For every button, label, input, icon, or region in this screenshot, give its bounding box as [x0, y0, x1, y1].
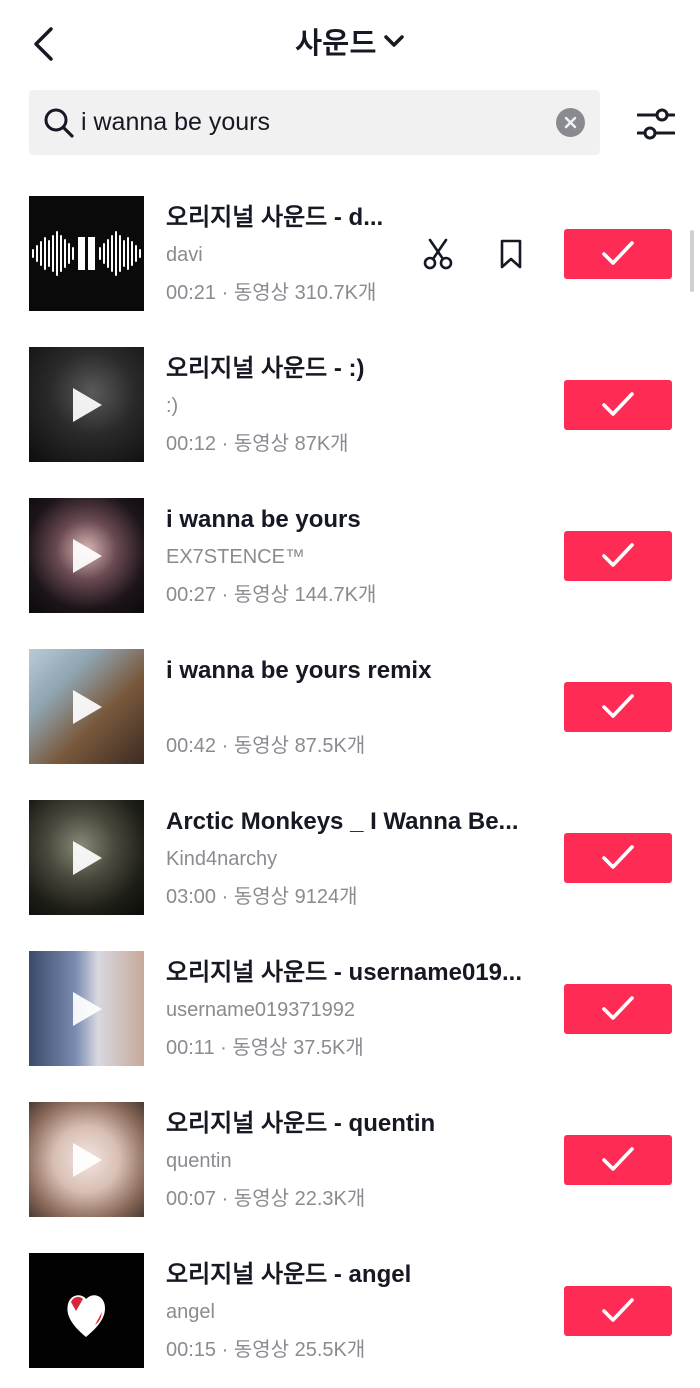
sound-meta: 00:07 · 동영상 22.3K개: [166, 1188, 366, 1210]
sound-title: 오리지널 사운드 - quentin: [166, 1110, 436, 1137]
check-icon: [602, 694, 634, 718]
play-icon: [72, 387, 102, 422]
sound-meta: 00:42 · 동영상 87.5K개: [166, 735, 366, 757]
list-item[interactable]: 오리지널 사운드 - username019... username019371…: [0, 935, 700, 1086]
sound-thumbnail: [29, 1102, 144, 1217]
play-icon: [72, 538, 102, 573]
list-item[interactable]: 오리지널 사운드 - :) :) 00:12 · 동영상 87K개: [0, 331, 700, 482]
sound-info: i wanna be yours remix 00:42 · 동영상 87.5K…: [166, 653, 546, 765]
sound-artist: davi: [166, 244, 203, 266]
bookmark-icon: [500, 239, 522, 269]
select-sound-button[interactable]: [564, 531, 672, 581]
sound-artist: [166, 689, 546, 727]
search-box[interactable]: [29, 90, 600, 155]
sound-thumbnail: [29, 347, 144, 462]
trim-sound-button[interactable]: [420, 236, 456, 272]
search-row: [0, 90, 700, 156]
check-icon: [602, 543, 634, 567]
sound-thumbnail: [29, 196, 144, 311]
filter-button[interactable]: [630, 102, 682, 146]
sound-info: Arctic Monkeys _ I Wanna Be... Kind4narc…: [166, 804, 546, 916]
select-sound-button[interactable]: [564, 984, 672, 1034]
sound-meta: 00:12 · 동영상 87K개: [166, 433, 349, 455]
sound-title: 오리지널 사운드 - username019...: [166, 959, 522, 986]
sound-artist: :): [166, 395, 179, 417]
sound-thumbnail: [29, 800, 144, 915]
play-button[interactable]: [29, 649, 144, 764]
sound-artist: EX7STENCE™: [166, 546, 305, 568]
check-icon: [602, 845, 634, 869]
filter-sliders-icon: [637, 108, 675, 140]
sound-info: 오리지널 사운드 - username019... username019371…: [166, 955, 546, 1067]
check-icon: [602, 996, 634, 1020]
play-button[interactable]: [29, 951, 144, 1066]
select-sound-button[interactable]: [564, 1286, 672, 1336]
play-button[interactable]: [29, 347, 144, 462]
chevron-down-icon: [384, 35, 404, 47]
sound-meta: 00:27 · 동영상 144.7K개: [166, 584, 377, 606]
sound-title: 오리지널 사운드 - angel: [166, 1261, 412, 1288]
sound-results-list: 오리지널 사운드 - d... davi 00:21 · 동영상 310.7K개: [0, 180, 700, 1388]
play-icon: [72, 1142, 102, 1177]
play-button[interactable]: [29, 800, 144, 915]
sound-info: 오리지널 사운드 - angel angel 00:15 · 동영상 25.5K…: [166, 1257, 546, 1369]
sound-thumbnail: [29, 1253, 144, 1368]
check-icon: [602, 392, 634, 416]
list-item[interactable]: i wanna be yours EX7STENCE™ 00:27 · 동영상 …: [0, 482, 700, 633]
sound-artist: angel: [166, 1301, 215, 1323]
list-item[interactable]: Arctic Monkeys _ I Wanna Be... Kind4narc…: [0, 784, 700, 935]
sound-meta: 00:15 · 동영상 25.5K개: [166, 1339, 366, 1361]
sound-info: i wanna be yours EX7STENCE™ 00:27 · 동영상 …: [166, 502, 546, 614]
list-item[interactable]: 오리지널 사운드 - angel angel 00:15 · 동영상 25.5K…: [0, 1237, 700, 1388]
sound-artist: quentin: [166, 1150, 232, 1172]
play-icon: [72, 840, 102, 875]
list-item[interactable]: 오리지널 사운드 - d... davi 00:21 · 동영상 310.7K개: [0, 180, 700, 331]
clear-icon: [564, 116, 577, 129]
list-item[interactable]: 오리지널 사운드 - quentin quentin 00:07 · 동영상 2…: [0, 1086, 700, 1237]
sound-meta: 00:21 · 동영상 310.7K개: [166, 282, 377, 304]
sound-meta: 00:11 · 동영상 37.5K개: [166, 1037, 364, 1059]
sound-meta: 03:00 · 동영상 9124개: [166, 886, 358, 908]
check-icon: [602, 241, 634, 265]
clear-search-button[interactable]: [556, 108, 585, 137]
sound-title-dropdown[interactable]: 사운드: [0, 20, 700, 62]
sound-title: i wanna be yours remix: [166, 657, 432, 684]
header: 사운드: [0, 0, 700, 84]
check-icon: [602, 1147, 634, 1171]
sound-info: 오리지널 사운드 - quentin quentin 00:07 · 동영상 2…: [166, 1106, 546, 1218]
sound-info: 오리지널 사운드 - d... davi 00:21 · 동영상 310.7K개: [166, 200, 396, 312]
search-icon: [44, 108, 74, 138]
select-sound-button[interactable]: [564, 833, 672, 883]
sound-title: i wanna be yours: [166, 506, 361, 533]
select-sound-button[interactable]: [564, 380, 672, 430]
sound-title: 오리지널 사운드 - d...: [166, 204, 384, 231]
play-button[interactable]: [29, 1102, 144, 1217]
play-button[interactable]: [29, 498, 144, 613]
sound-artist: Kind4narchy: [166, 848, 278, 870]
play-icon: [72, 689, 102, 724]
check-icon: [602, 1298, 634, 1322]
sound-info: 오리지널 사운드 - :) :) 00:12 · 동영상 87K개: [166, 351, 546, 463]
sound-thumbnail: [29, 649, 144, 764]
sound-title: Arctic Monkeys _ I Wanna Be...: [166, 808, 519, 835]
select-sound-button[interactable]: [564, 1135, 672, 1185]
sound-thumbnail: [29, 498, 144, 613]
select-sound-button[interactable]: [564, 682, 672, 732]
bookmark-button[interactable]: [493, 236, 529, 272]
soundwave-album-art: [32, 231, 141, 276]
scissors-icon: [423, 238, 453, 270]
select-sound-button[interactable]: [564, 229, 672, 279]
sound-artist: username019371992: [166, 999, 356, 1021]
scrollbar[interactable]: [690, 230, 694, 292]
page-title: 사운드: [295, 28, 377, 60]
search-input[interactable]: [81, 90, 551, 155]
play-icon: [72, 991, 102, 1026]
list-item[interactable]: i wanna be yours remix 00:42 · 동영상 87.5K…: [0, 633, 700, 784]
sound-title: 오리지널 사운드 - :): [166, 355, 365, 382]
heart-icon: [67, 1295, 106, 1337]
sound-thumbnail: [29, 951, 144, 1066]
